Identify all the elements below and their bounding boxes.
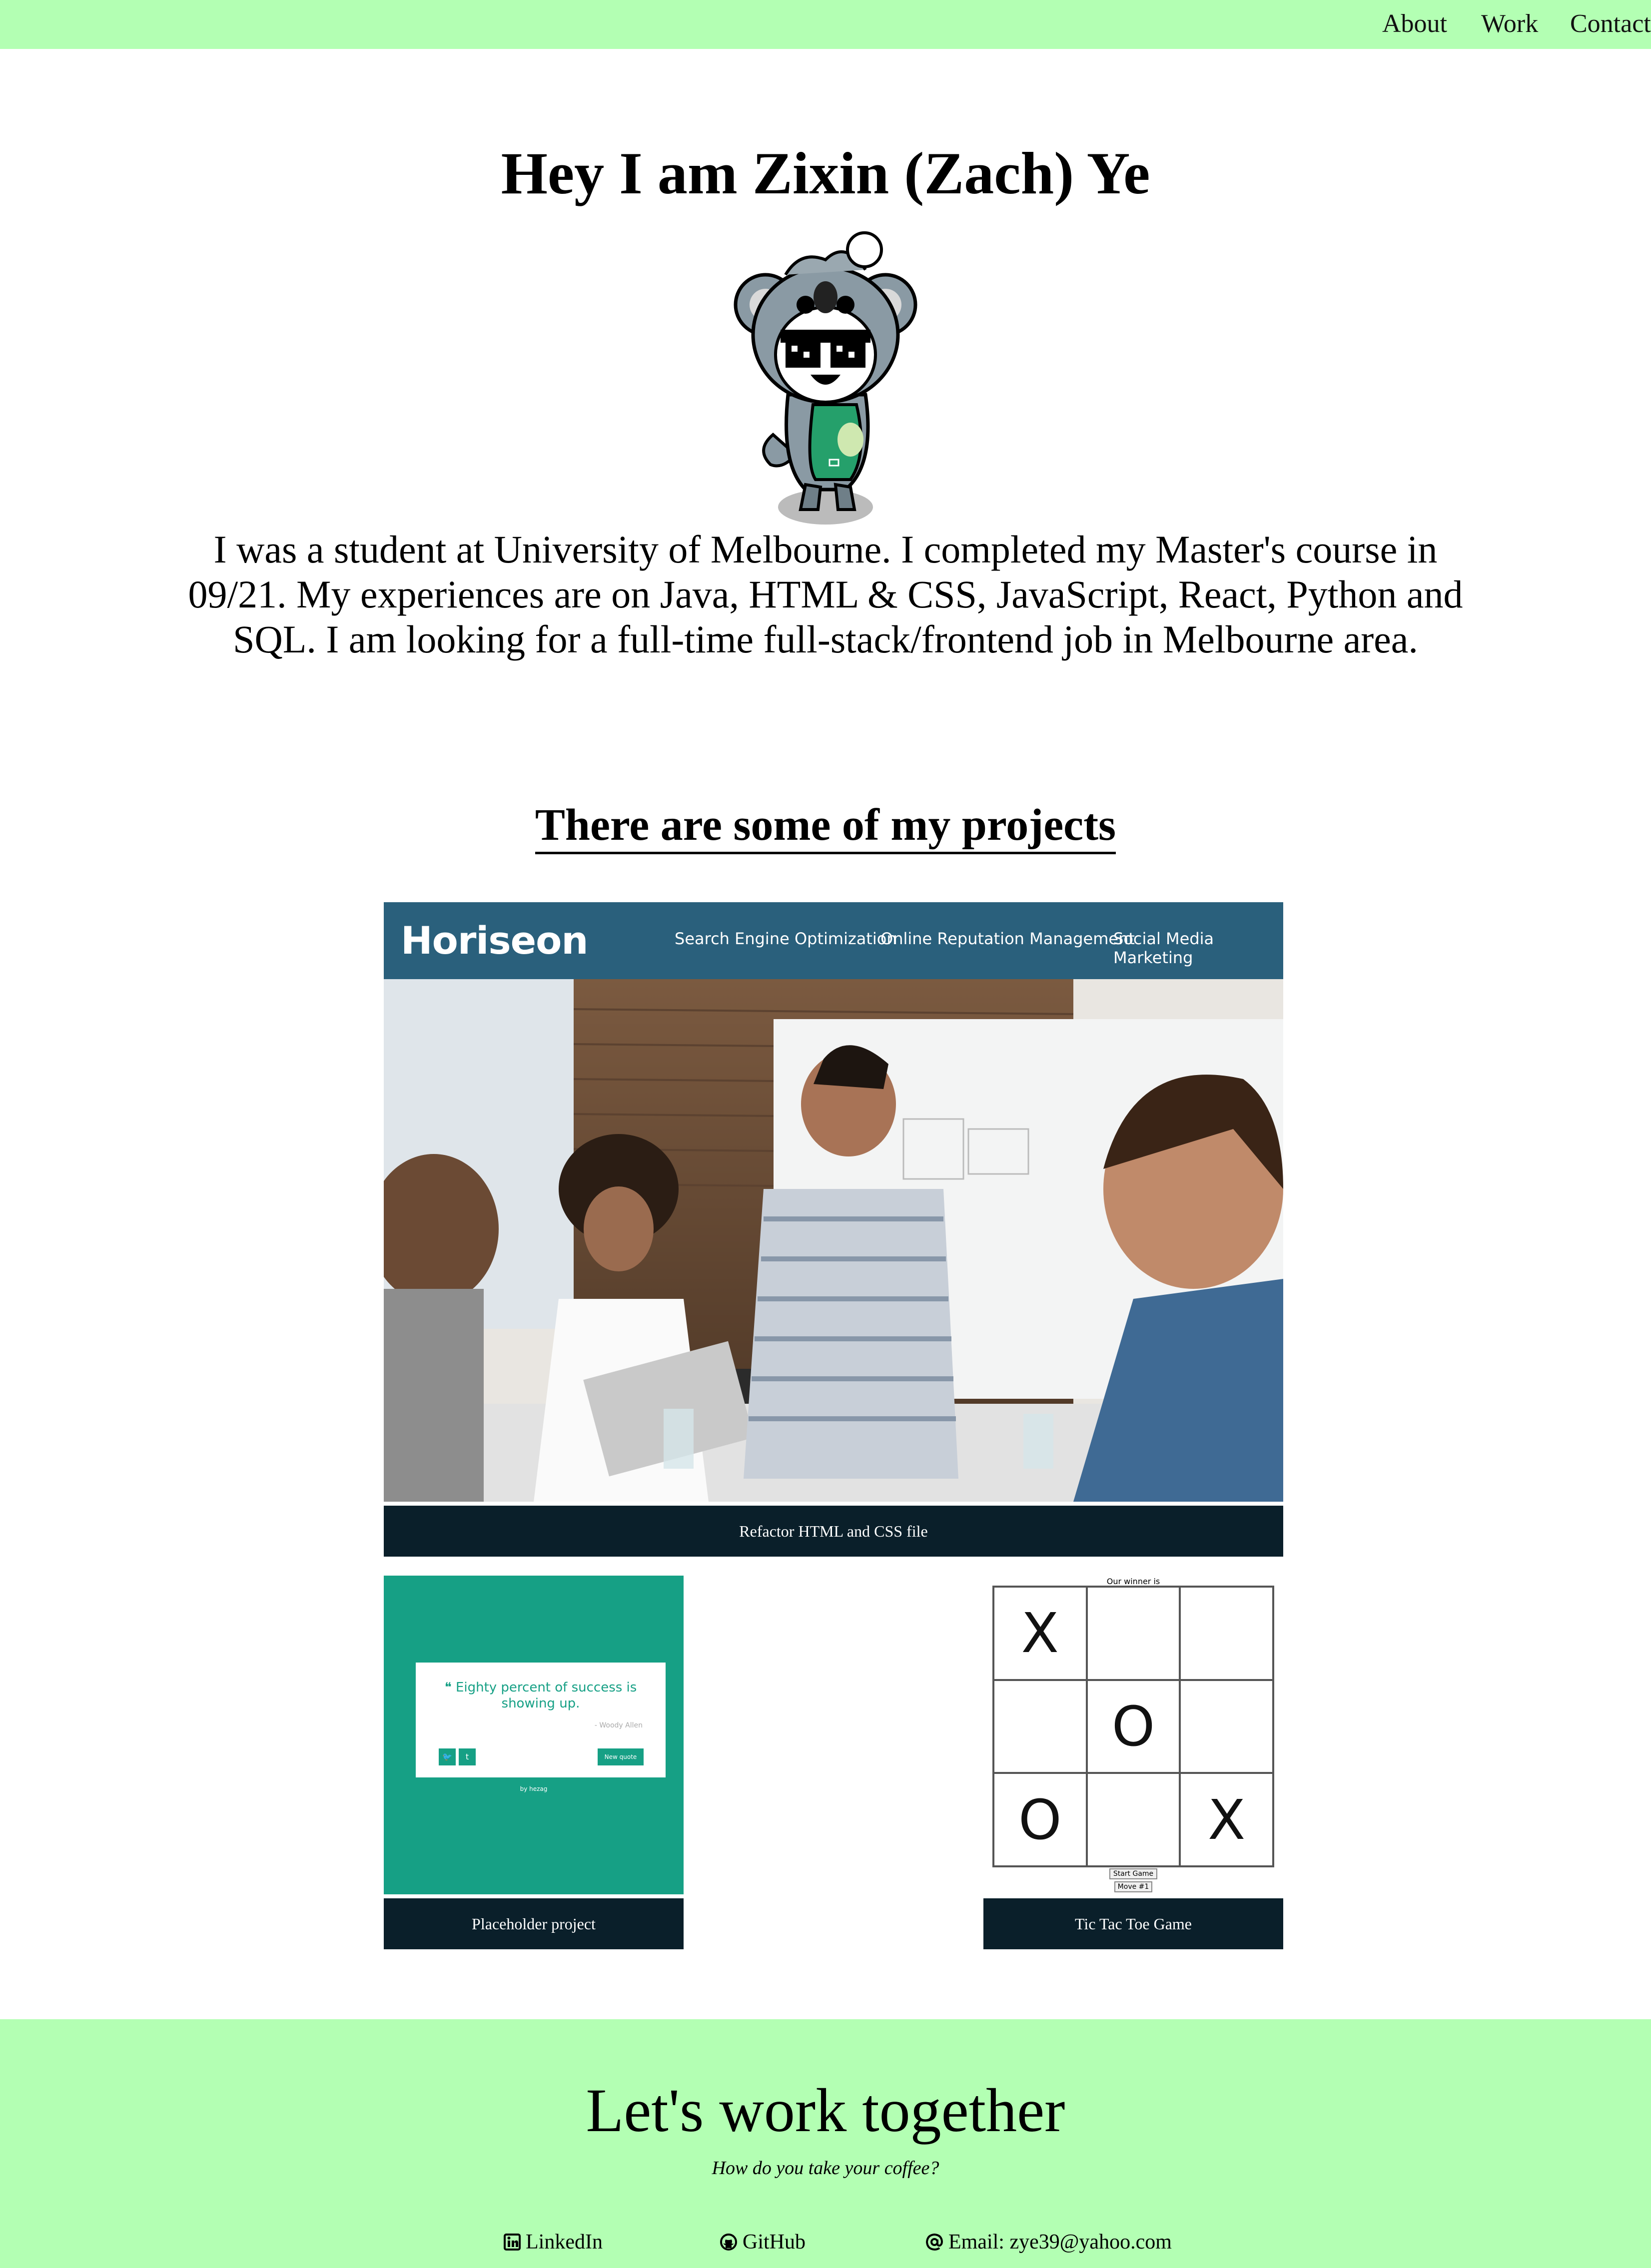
- ttt-start-button: Start Game: [1109, 1868, 1157, 1879]
- quote-credit: by hezag: [520, 1785, 548, 1792]
- projects-heading: There are some of my projects: [0, 799, 1651, 854]
- team-meeting-photo: [384, 979, 1283, 1502]
- caption-tictactoe: Tic Tac Toe Game: [983, 1898, 1283, 1949]
- linkedin-icon: [504, 2234, 521, 2251]
- github-link[interactable]: GitHub: [720, 2230, 806, 2254]
- project-card-tictactoe[interactable]: Our winner is X O O X Start Game Move #1…: [983, 1576, 1283, 1949]
- ttt-cell: [1086, 1773, 1180, 1866]
- github-label: GitHub: [743, 2231, 806, 2254]
- hero-title: Hey I am Zixin (Zach) Ye: [501, 140, 1150, 206]
- caption-horiseon: Refactor HTML and CSS file: [384, 1506, 1283, 1557]
- contact-footer: Let's work together How do you take your…: [0, 2019, 1651, 2268]
- linkedin-link[interactable]: LinkedIn: [504, 2230, 603, 2254]
- footer-subtitle: How do you take your coffee?: [712, 2158, 939, 2179]
- ttt-cell: O: [1086, 1680, 1180, 1773]
- tumblr-icon: t: [459, 1748, 476, 1765]
- projects-heading-text: There are some of my projects: [535, 800, 1116, 854]
- intro-paragraph: I was a student at University of Melbour…: [188, 528, 1463, 661]
- new-quote-button: New quote: [598, 1748, 644, 1765]
- ttt-winner-label: Our winner is: [1106, 1577, 1160, 1586]
- quote-author: - Woody Allen: [594, 1721, 643, 1729]
- email-label: Email: zye39@yahoo.com: [948, 2231, 1172, 2254]
- footer-title: Let's work together: [586, 2076, 1065, 2145]
- horiseon-logo: Horiseon: [401, 918, 588, 963]
- at-sign-icon: [925, 2233, 943, 2251]
- horiseon-header: Horiseon Search Engine Optimization Onli…: [384, 902, 1283, 979]
- horiseon-nav-seo: Search Engine Optimization: [675, 929, 897, 948]
- caption-placeholder-project: Placeholder project: [384, 1898, 684, 1949]
- project-card-quote[interactable]: ❝ Eighty percent of success is showing u…: [384, 1576, 684, 1949]
- horiseon-nav-orm: Online Reputation Management: [880, 929, 1135, 948]
- quote-machine-preview: ❝ Eighty percent of success is showing u…: [384, 1576, 684, 1894]
- ttt-cell: [1180, 1587, 1273, 1680]
- ttt-cell: O: [993, 1773, 1087, 1866]
- quote-text-body: Eighty percent of success is showing up.: [455, 1680, 637, 1711]
- project-card-horiseon[interactable]: Horiseon Search Engine Optimization Onli…: [384, 902, 1283, 1557]
- twitter-icon: 🐦: [439, 1748, 456, 1765]
- nav-work-link[interactable]: Work: [1481, 9, 1538, 38]
- ttt-cell: X: [993, 1587, 1087, 1680]
- quote-card: ❝ Eighty percent of success is showing u…: [416, 1663, 666, 1777]
- koala-avatar-image: [734, 231, 917, 525]
- ttt-cell: [1086, 1587, 1180, 1680]
- top-navbar: About Work Contact: [0, 0, 1651, 49]
- ttt-cell: X: [1180, 1773, 1273, 1866]
- ttt-cell: [1180, 1680, 1273, 1773]
- ttt-move-button: Move #1: [1114, 1881, 1152, 1892]
- nav-contact-link[interactable]: Contact: [1570, 9, 1651, 38]
- github-icon: [720, 2234, 737, 2251]
- ttt-board: X O O X: [992, 1586, 1274, 1867]
- ttt-cell: [993, 1680, 1087, 1773]
- nav-about-link[interactable]: About: [1382, 9, 1447, 38]
- horiseon-nav-smm: Social Media Marketing: [1113, 929, 1214, 967]
- email-link[interactable]: Email: zye39@yahoo.com: [925, 2230, 1172, 2254]
- linkedin-label: LinkedIn: [526, 2231, 603, 2254]
- quote-text: ❝ Eighty percent of success is showing u…: [444, 1680, 637, 1711]
